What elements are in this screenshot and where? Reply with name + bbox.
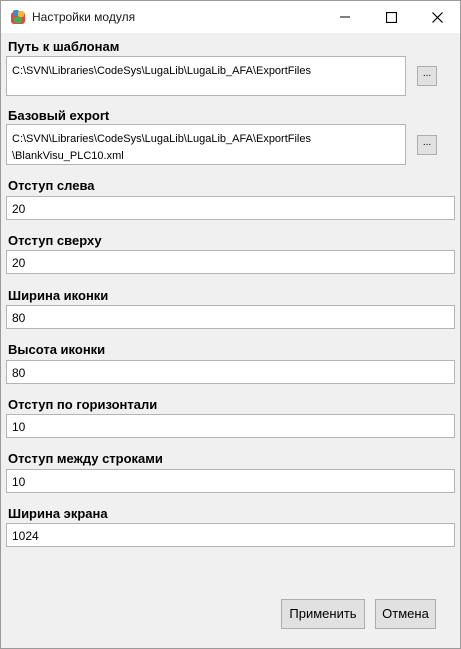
base-export-value-line2: \BlankVisu_PLC10.xml [12, 150, 124, 162]
row-spacing-input[interactable]: 10 [6, 469, 455, 493]
base-export-label: Базовый export [8, 108, 110, 123]
base-export-browse-button[interactable]: ... [417, 135, 437, 155]
app-logo-icon [10, 9, 26, 25]
minimize-icon [340, 12, 350, 22]
minimize-button[interactable] [322, 1, 368, 33]
horizontal-offset-input[interactable]: 10 [6, 414, 455, 438]
left-offset-label: Отступ слева [8, 178, 95, 193]
row-spacing-label: Отступ между строками [8, 451, 163, 466]
top-offset-input[interactable]: 20 [6, 250, 455, 274]
window-title: Настройки модуля [32, 10, 136, 24]
title-bar[interactable]: Настройки модуля [1, 1, 460, 33]
close-button[interactable] [414, 1, 460, 33]
base-export-value-line1: C:\SVN\Libraries\CodeSys\LugaLib\LugaLib… [12, 133, 311, 145]
cancel-button[interactable]: Отмена [375, 599, 436, 629]
icon-width-label: Ширина иконки [8, 288, 109, 303]
apply-button[interactable]: Применить [281, 599, 365, 629]
screen-width-label: Ширина экрана [8, 506, 108, 521]
icon-height-input[interactable]: 80 [6, 360, 455, 384]
icon-height-label: Высота иконки [8, 342, 106, 357]
screen-width-input[interactable]: 1024 [6, 523, 455, 547]
top-offset-label: Отступ сверху [8, 233, 102, 248]
horizontal-offset-label: Отступ по горизонтали [8, 397, 158, 412]
base-export-field[interactable]: C:\SVN\Libraries\CodeSys\LugaLib\LugaLib… [6, 124, 406, 165]
settings-dialog: Настройки модуля Путь к шаблонам C:\SVN\… [0, 0, 461, 649]
maximize-button[interactable] [368, 1, 414, 33]
close-icon [431, 11, 443, 23]
template-path-field[interactable]: C:\SVN\Libraries\CodeSys\LugaLib\LugaLib… [6, 56, 406, 96]
template-path-browse-button[interactable]: ... [417, 66, 437, 86]
template-path-label: Путь к шаблонам [8, 39, 120, 54]
template-path-value: C:\SVN\Libraries\CodeSys\LugaLib\LugaLib… [12, 65, 311, 77]
left-offset-input[interactable]: 20 [6, 196, 455, 220]
icon-width-input[interactable]: 80 [6, 305, 455, 329]
maximize-icon [385, 11, 397, 23]
